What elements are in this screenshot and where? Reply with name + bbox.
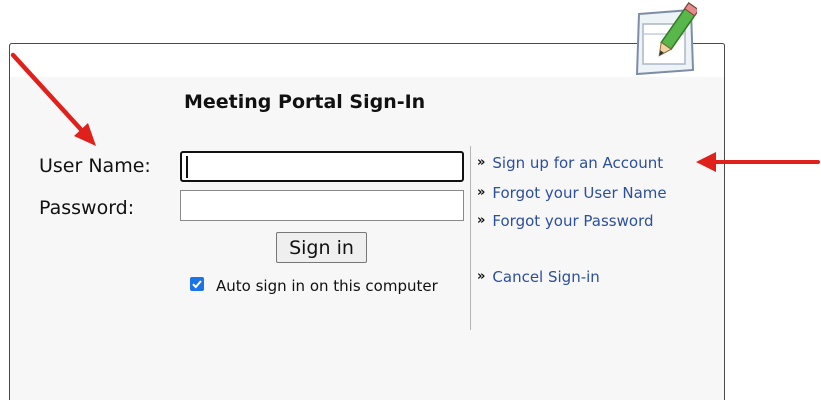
annotation-arrow-signup (696, 152, 820, 172)
screenshot-stage: Meeting Portal Sign-In User Name: Passwo… (0, 0, 821, 400)
